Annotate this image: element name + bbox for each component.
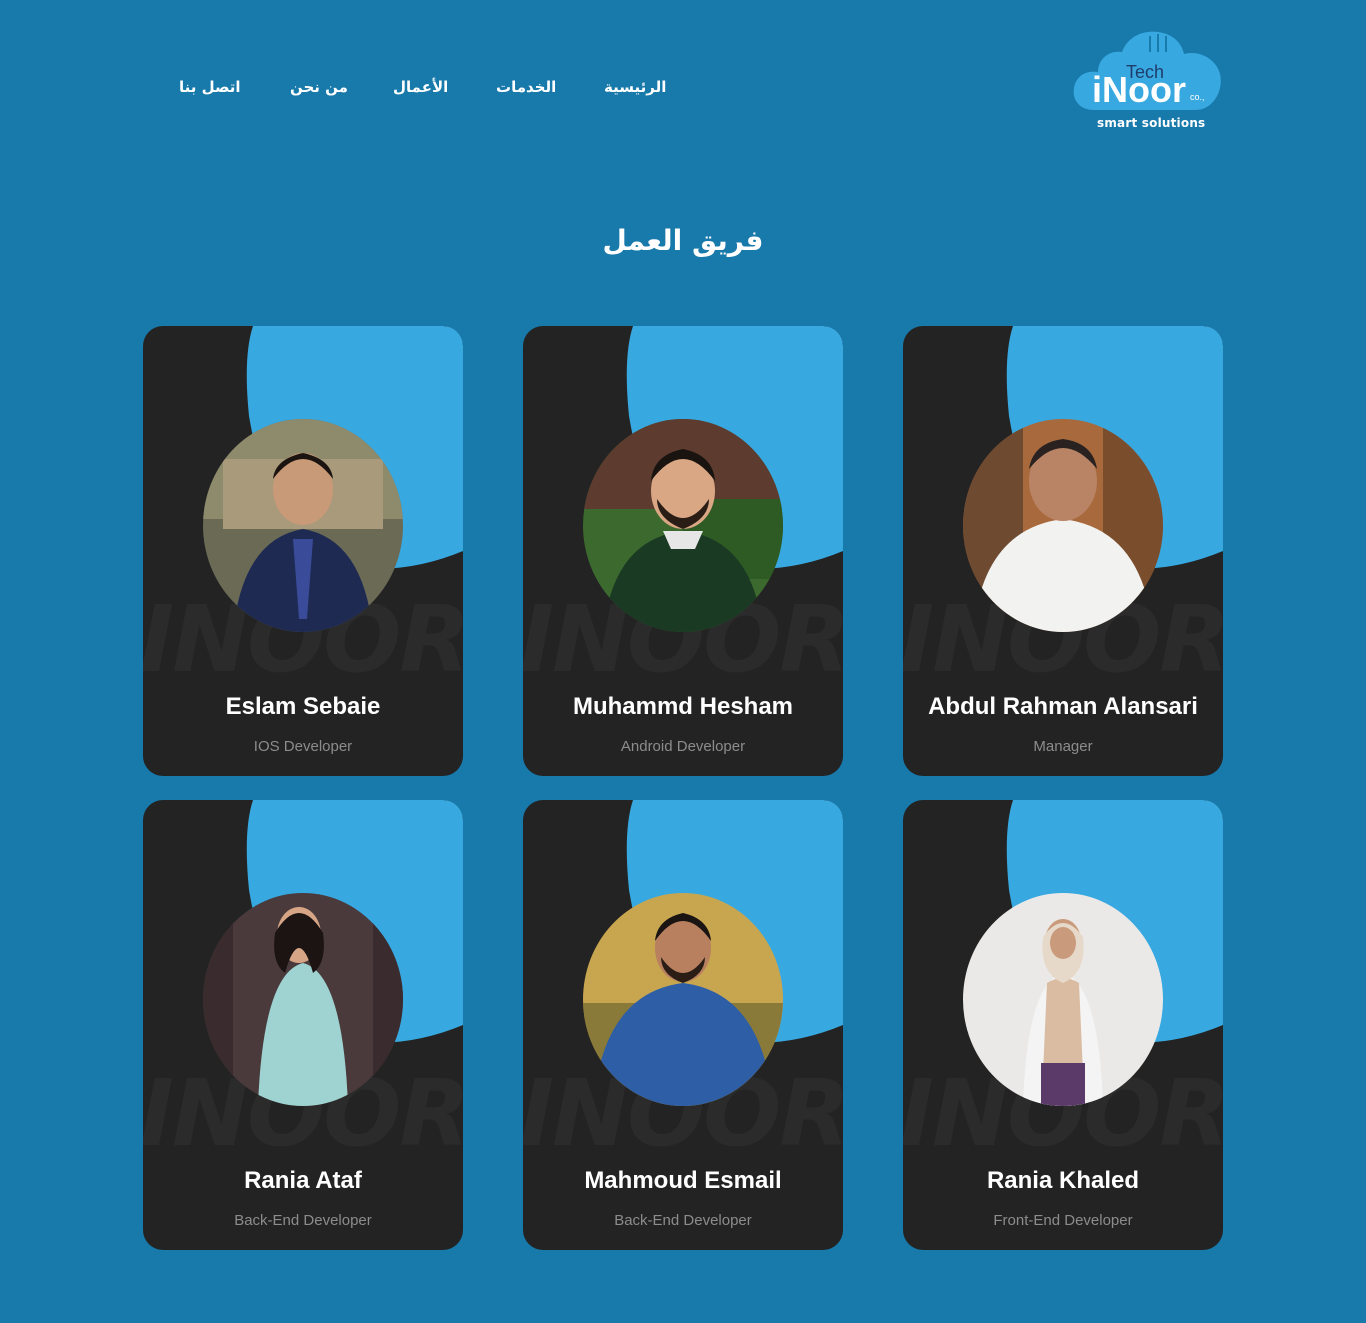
member-role: IOS Developer <box>253 738 353 755</box>
site-header: الرئيسية الخدمات الأعمال من نحن اتصل بنا… <box>0 0 1366 170</box>
member-role: Front-End Developer <box>993 1212 1133 1229</box>
member-name: Rania Ataf <box>244 1167 362 1194</box>
avatar <box>203 893 403 1106</box>
avatar <box>963 419 1163 632</box>
svg-text:co.,: co., <box>1190 92 1205 102</box>
nav-link-works[interactable]: الأعمال <box>393 78 448 96</box>
avatar <box>583 893 783 1106</box>
nav-link-home[interactable]: الرئيسية <box>604 78 666 96</box>
nav-link-contact[interactable]: اتصل بنا <box>179 78 241 96</box>
team-card[interactable]: INOOR Rania Ataf Back-End Developer <box>143 800 463 1250</box>
member-name: Abdul Rahman Alansari <box>928 693 1198 720</box>
team-card[interactable]: INOOR Abdul Rahman Alansari Manager <box>903 326 1223 776</box>
team-card[interactable]: INOOR Mahmoud Esmail Back-End Developer <box>523 800 843 1250</box>
svg-text:iNoor: iNoor <box>1092 69 1186 110</box>
member-role: Manager <box>1033 738 1093 755</box>
team-card[interactable]: INOOR Muhammd Hesham Android Developer <box>523 326 843 776</box>
section-title: فريق العمل <box>602 224 764 257</box>
avatar <box>203 419 403 632</box>
team-card[interactable]: INOOR Rania Khaled Front-End Developer <box>903 800 1223 1250</box>
member-role: Back-End Developer <box>234 1212 372 1229</box>
member-name: Rania Khaled <box>986 1167 1140 1194</box>
member-role: Back-End Developer <box>614 1212 752 1229</box>
member-name: Muhammd Hesham <box>572 693 794 720</box>
member-name: Mahmoud Esmail <box>584 1167 782 1194</box>
nav-link-about[interactable]: من نحن <box>290 78 348 96</box>
logo-tagline: smart solutions <box>1097 116 1206 130</box>
member-name: Eslam Sebaie <box>225 693 381 720</box>
avatar <box>583 419 783 632</box>
nav-link-services[interactable]: الخدمات <box>496 78 556 96</box>
team-card[interactable]: INOOR Eslam Sebaie IOS Developer <box>143 326 463 776</box>
cloud-logo-icon: Tech iNoor co., <box>1073 31 1221 111</box>
avatar <box>963 893 1163 1106</box>
member-role: Android Developer <box>620 738 746 755</box>
